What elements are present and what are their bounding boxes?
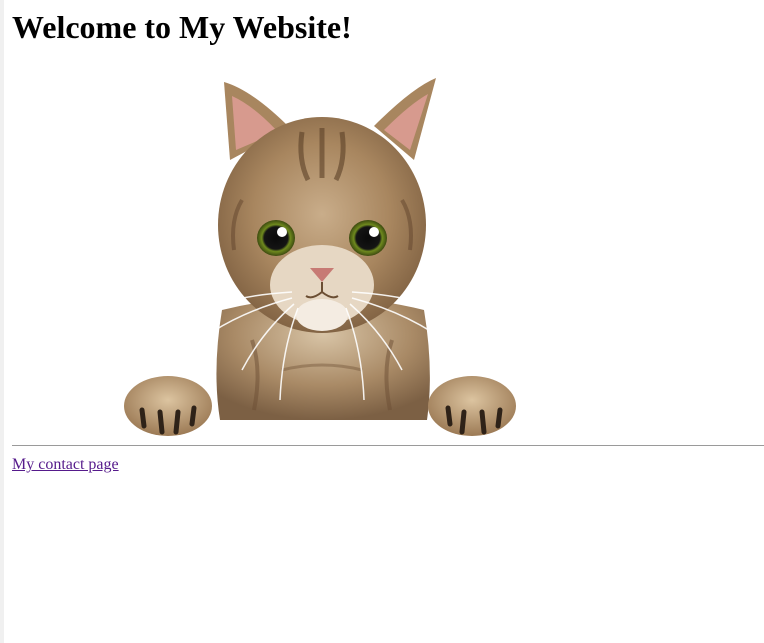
window-edge — [0, 0, 4, 643]
cat-image — [112, 70, 532, 442]
page-title: Welcome to My Website! — [12, 9, 352, 45]
contact-page-link[interactable]: My contact page — [12, 456, 119, 474]
cat-photo-icon — [124, 78, 516, 436]
divider — [12, 445, 764, 446]
page-content: Welcome to My Website! My contact page — [12, 0, 764, 473]
